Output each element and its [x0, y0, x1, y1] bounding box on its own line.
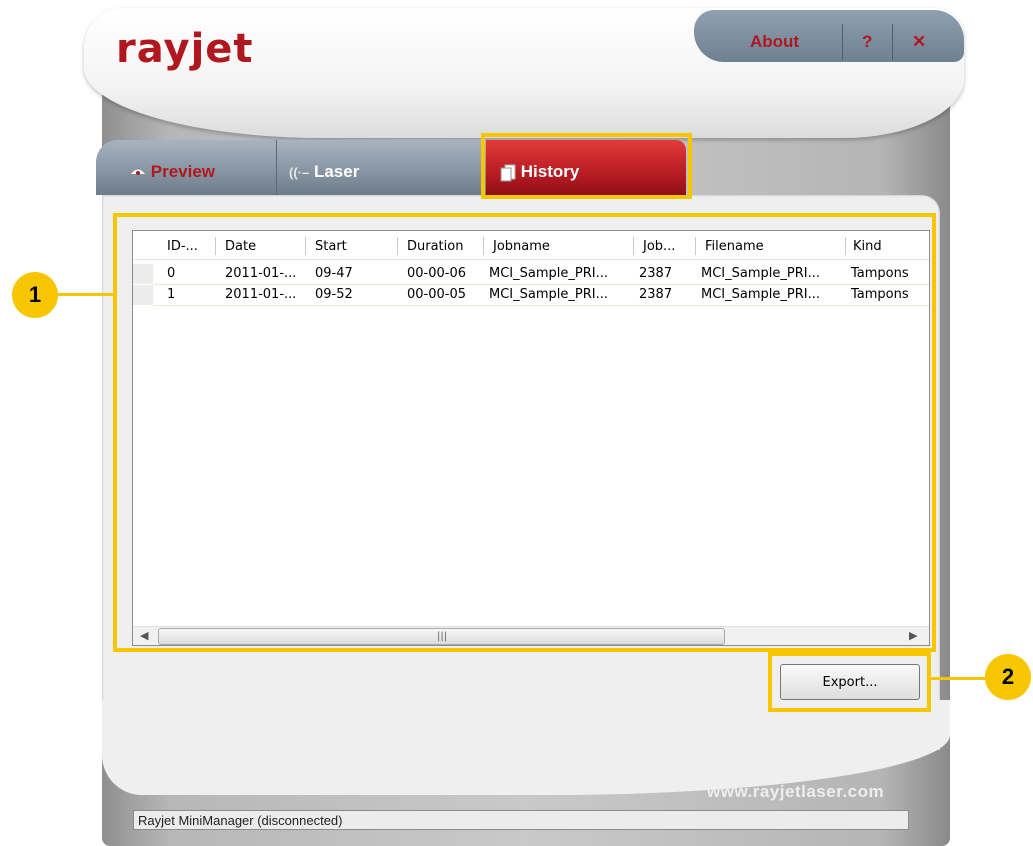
separator — [842, 24, 843, 60]
top-button-bar: About ? ✕ — [694, 10, 964, 62]
tab-preview-content: Preview — [130, 162, 215, 182]
help-button[interactable]: ? — [862, 32, 872, 52]
tab-preview-label: Preview — [150, 162, 215, 181]
tab-laser[interactable]: ((·– Laser — [276, 140, 487, 195]
tab-laser-label: Laser — [313, 162, 360, 181]
eye-icon — [131, 169, 145, 175]
tab-laser-content: ((·– Laser — [289, 162, 359, 182]
status-bar: Rayjet MiniManager (disconnected) — [133, 810, 909, 830]
list-highlight — [113, 213, 936, 652]
about-button[interactable]: About — [750, 32, 799, 52]
laser-beam-icon: ((·– — [289, 165, 310, 180]
export-highlight — [768, 652, 931, 712]
website-link[interactable]: www.rayjetlaser.com — [707, 782, 884, 802]
close-button[interactable]: ✕ — [912, 32, 926, 52]
tab-preview[interactable]: Preview — [96, 140, 276, 195]
rayjet-logo: rayjet — [116, 26, 254, 72]
callout-1-badge: 1 — [12, 272, 58, 318]
callout-2-badge: 2 — [985, 654, 1031, 700]
callout-1-leader — [56, 293, 114, 296]
history-tab-highlight — [481, 133, 692, 199]
separator — [892, 24, 893, 60]
